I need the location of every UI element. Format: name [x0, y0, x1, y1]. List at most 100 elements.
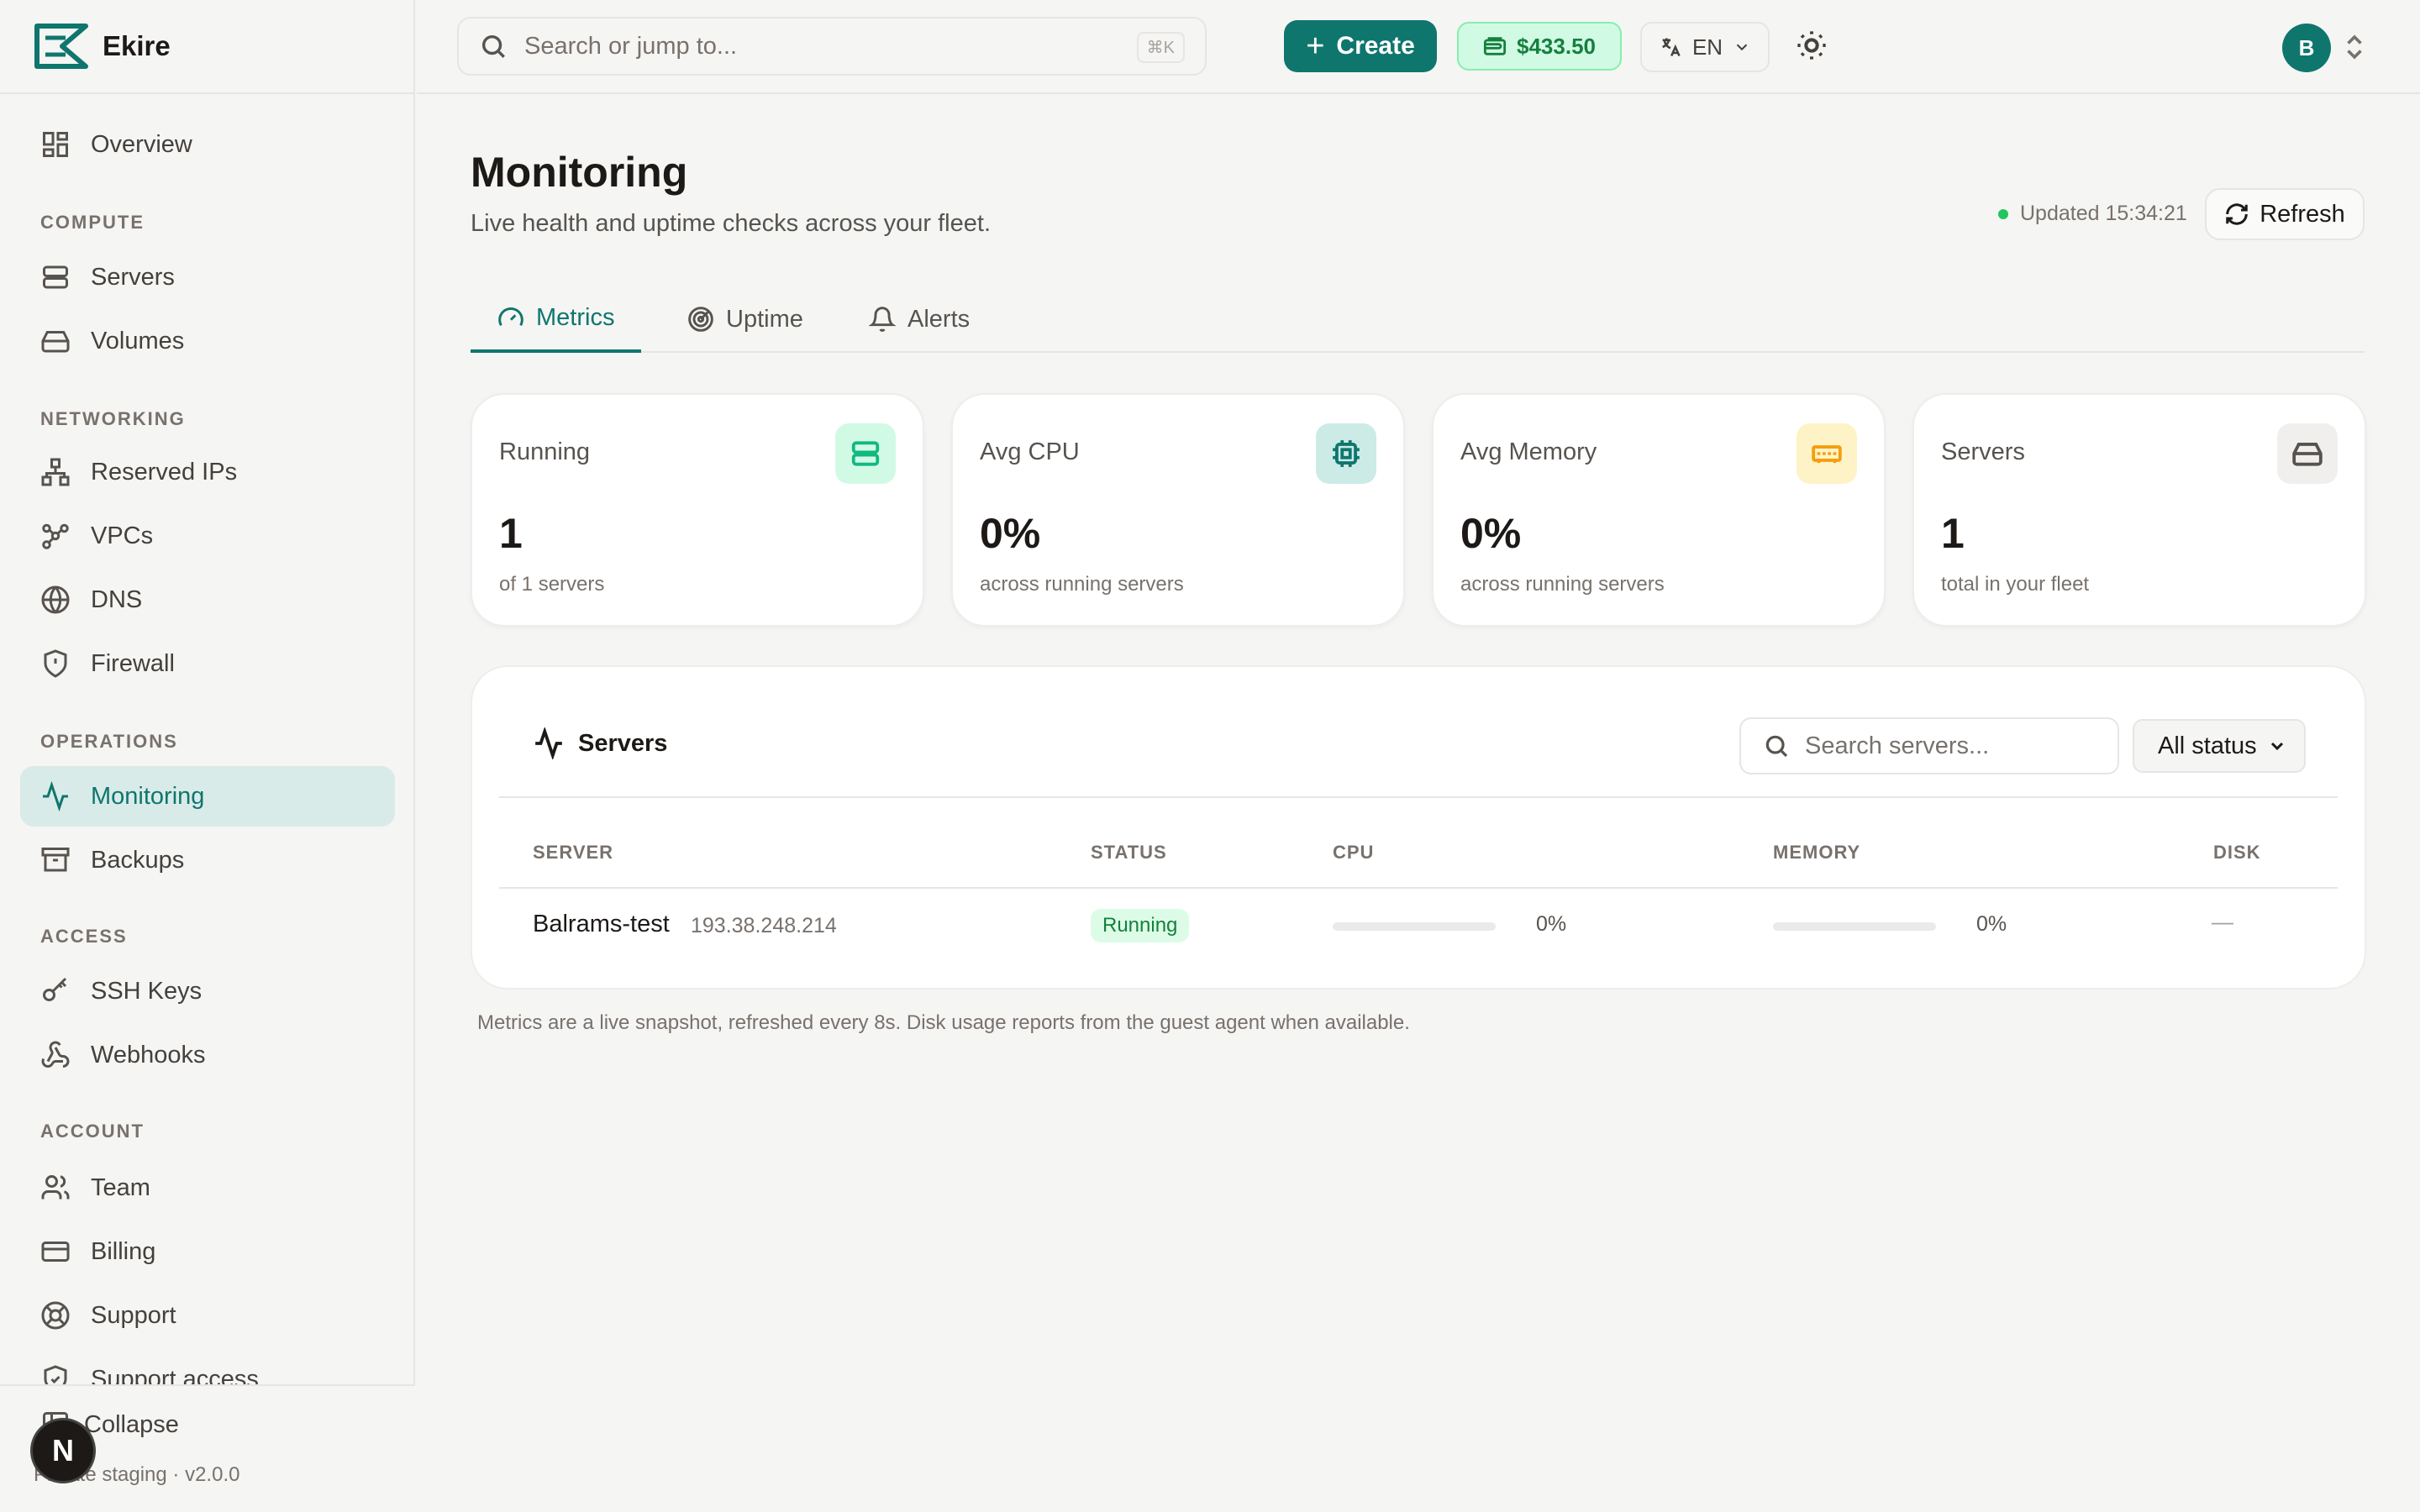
language-selector[interactable]: EN — [1640, 22, 1770, 72]
balance-badge[interactable]: $433.50 — [1457, 22, 1622, 71]
sidebar-item-team[interactable]: Team — [20, 1158, 395, 1218]
search-icon — [481, 34, 505, 58]
gauge-icon — [498, 307, 523, 327]
column-header-cpu[interactable]: CPU — [1333, 842, 1374, 864]
live-status-dot — [1998, 208, 2008, 219]
server-name[interactable]: Balrams-test — [533, 911, 670, 938]
sidebar-item-label: Team — [91, 1173, 150, 1201]
chevron-down-icon — [2270, 742, 2284, 751]
create-button[interactable]: + Create — [1284, 20, 1437, 72]
key-icon — [43, 977, 67, 1001]
memory-usage-value: 0% — [1976, 912, 2007, 936]
sidebar-item-label: VPCs — [91, 522, 154, 549]
sidebar-item-webhooks[interactable]: Webhooks — [20, 1025, 395, 1085]
section-access: ACCESS — [40, 926, 128, 947]
column-header-memory[interactable]: MEMORY — [1773, 842, 1860, 864]
sidebar-item-support[interactable]: Support — [20, 1285, 395, 1346]
avatar[interactable]: B — [2282, 24, 2331, 72]
activity-icon — [535, 727, 562, 759]
disk-usage-value: — — [2212, 909, 2233, 934]
card-label: Avg CPU — [980, 438, 1080, 465]
grid-icon — [43, 132, 68, 157]
global-search-input[interactable]: Search or jump to... ⌘K — [457, 17, 1207, 76]
sidebar-item-servers[interactable]: Servers — [20, 247, 395, 307]
brand[interactable]: Ekire — [0, 0, 413, 94]
theme-toggle[interactable] — [1795, 29, 1832, 66]
wallet-icon — [1483, 37, 1507, 55]
column-header-server[interactable]: SERVER — [533, 842, 613, 864]
translate-icon — [1662, 38, 1681, 57]
sidebar-item-ssh-keys[interactable]: SSH Keys — [20, 961, 395, 1021]
card-label: Avg Memory — [1460, 438, 1597, 465]
sidebar-item-volumes[interactable]: Volumes — [20, 311, 395, 371]
radar-icon — [688, 307, 713, 332]
plus-icon: + — [1306, 28, 1325, 64]
sidebar-item-vpcs[interactable]: VPCs — [20, 506, 395, 566]
column-header-disk[interactable]: DISK — [2213, 842, 2261, 864]
webhook-icon — [41, 1041, 70, 1068]
server-search-input[interactable]: Search servers... — [1739, 717, 2119, 774]
globe-icon — [41, 585, 70, 614]
sidebar-item-label: SSH Keys — [91, 977, 203, 1005]
card-label: Servers — [1941, 438, 2025, 465]
page-subtitle: Live health and uptime checks across you… — [471, 210, 991, 237]
dev-tools-badge[interactable]: N — [30, 1418, 96, 1483]
sidebar-item-label: Overview — [91, 130, 192, 158]
card-value: 1 — [1941, 510, 1965, 557]
search-placeholder: Search servers... — [1805, 732, 1990, 759]
chevron-down-icon — [1736, 44, 1748, 51]
credit-card-icon — [41, 1242, 70, 1262]
balance-value: $433.50 — [1517, 33, 1596, 59]
card-value: 0% — [980, 510, 1041, 557]
page-title: Monitoring — [471, 149, 688, 196]
column-header-status[interactable]: STATUS — [1091, 842, 1167, 864]
tab-label: Uptime — [726, 305, 803, 333]
sidebar-item-label: Support — [91, 1301, 176, 1329]
status-filter-select[interactable]: All status — [2133, 719, 2306, 773]
life-buoy-icon — [41, 1301, 70, 1330]
sidebar-item-backups[interactable]: Backups — [20, 830, 395, 890]
search-placeholder: Search or jump to... — [524, 32, 738, 60]
tab-metrics[interactable]: Metrics — [471, 286, 642, 353]
sidebar-item-dns[interactable]: DNS — [20, 570, 395, 630]
sidebar-item-label: Webhooks — [91, 1041, 206, 1068]
sidebar-item-label: Firewall — [91, 649, 175, 677]
sidebar-item-reserved-ips[interactable]: Reserved IPs — [20, 442, 395, 502]
card-avg-cpu: Avg CPU 0% across running servers — [951, 393, 1405, 627]
server-icon — [43, 265, 68, 289]
refresh-icon — [2226, 203, 2248, 225]
divider — [499, 796, 2338, 798]
sidebar-item-firewall[interactable]: Firewall — [20, 633, 395, 694]
workflow-icon — [42, 523, 69, 549]
cpu-usage-bar — [1333, 922, 1496, 931]
tab-uptime[interactable]: Uptime — [660, 286, 830, 353]
sidebar-item-overview[interactable]: Overview — [20, 114, 395, 175]
card-avg-memory: Avg Memory 0% across running servers — [1432, 393, 1886, 627]
chevrons-up-down-icon — [2347, 34, 2362, 60]
monitoring-tabs: Metrics Uptime Alerts — [471, 286, 2365, 353]
card-value: 1 — [499, 510, 523, 557]
tab-label: Metrics — [536, 303, 615, 331]
archive-icon — [41, 848, 70, 872]
shield-icon — [44, 649, 67, 678]
card-note: of 1 servers — [499, 573, 605, 596]
section-networking: NETWORKING — [40, 408, 186, 429]
hard-drive-icon — [2277, 423, 2338, 484]
refresh-button[interactable]: Refresh — [2205, 188, 2365, 240]
cpu-icon — [1316, 423, 1376, 484]
network-icon — [41, 458, 70, 486]
sidebar-item-monitoring[interactable]: Monitoring — [20, 766, 395, 827]
status-filter-value: All status — [2158, 732, 2257, 759]
card-value: 0% — [1460, 510, 1522, 557]
status-badge: Running — [1091, 909, 1190, 942]
activity-icon — [43, 781, 68, 811]
account-menu-toggle[interactable] — [2344, 32, 2365, 62]
language-label: EN — [1691, 34, 1723, 60]
tab-alerts[interactable]: Alerts — [842, 286, 997, 353]
memory-usage-bar — [1773, 922, 1936, 931]
card-label: Running — [499, 438, 591, 465]
updated-text: Updated 15:34:21 — [2020, 202, 2187, 225]
refresh-label: Refresh — [2260, 200, 2345, 228]
users-icon — [41, 1175, 70, 1200]
sidebar-item-billing[interactable]: Billing — [20, 1221, 395, 1282]
